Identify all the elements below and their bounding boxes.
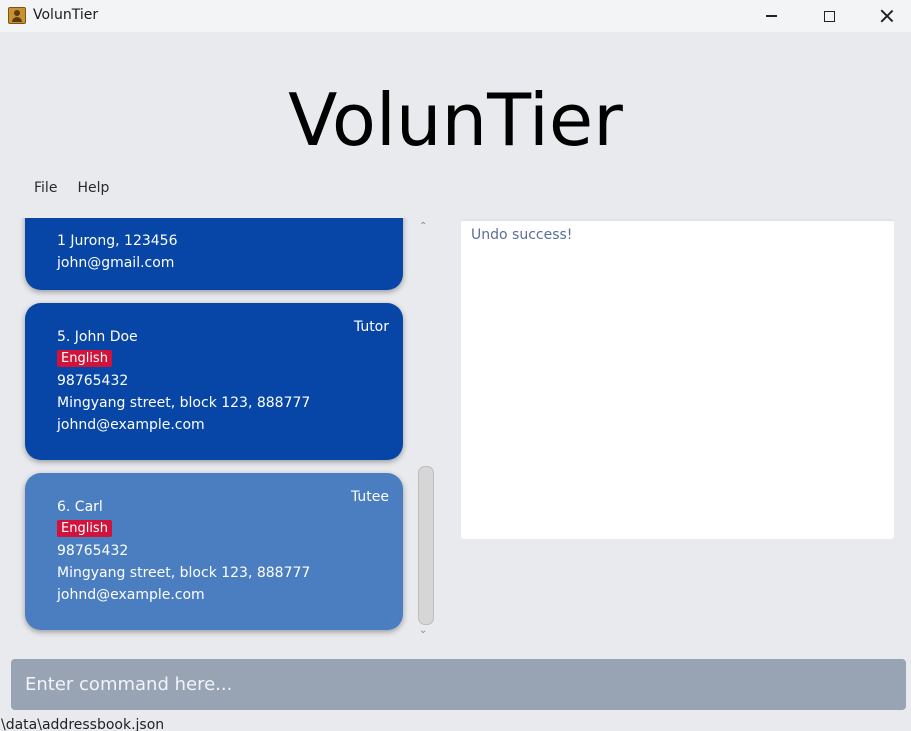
- command-input[interactable]: [11, 659, 906, 710]
- menu-help[interactable]: Help: [67, 178, 119, 198]
- title-bar: VolunTier: [0, 0, 911, 32]
- menu-bar: File Help: [24, 178, 119, 198]
- status-bar-path: \data\addressbook.json: [1, 717, 165, 731]
- menu-file[interactable]: File: [24, 178, 67, 198]
- scroll-down-icon[interactable]: ⌄: [419, 625, 427, 636]
- person-email: johnd@example.com: [57, 587, 205, 603]
- maximize-icon: [823, 10, 835, 22]
- person-phone: 98765432: [57, 543, 129, 559]
- command-box: [11, 659, 906, 710]
- app-icon: [8, 7, 26, 24]
- person-role: Tutor: [353, 319, 389, 335]
- person-phone: 98765432: [57, 373, 129, 389]
- result-message: Undo success!: [471, 227, 573, 243]
- person-list[interactable]: 1 Jurong, 123456 john@gmail.com 5. John …: [10, 218, 440, 642]
- person-role: Tutee: [350, 489, 389, 505]
- close-button[interactable]: [864, 0, 910, 32]
- person-name: 5. John Doe: [57, 329, 138, 345]
- result-display[interactable]: Undo success!: [461, 219, 894, 539]
- minimize-icon: [765, 15, 777, 17]
- person-address: Mingyang street, block 123, 888777: [57, 395, 311, 411]
- person-card[interactable]: 5. John Doe Tutor English 98765432 Mingy…: [25, 303, 403, 460]
- person-card[interactable]: 1 Jurong, 123456 john@gmail.com: [25, 218, 403, 290]
- app-banner-title: VolunTier: [288, 78, 623, 162]
- scrollbar-thumb[interactable]: [418, 466, 434, 625]
- subject-tag: English: [57, 350, 112, 367]
- person-email: john@gmail.com: [57, 255, 175, 271]
- maximize-button[interactable]: [806, 0, 852, 32]
- minimize-button[interactable]: [748, 0, 794, 32]
- window-title: VolunTier: [33, 7, 99, 23]
- person-card-selected[interactable]: 6. Carl Tutee English 98765432 Mingyang …: [25, 473, 403, 630]
- person-name: 6. Carl: [57, 499, 103, 515]
- subject-tag: English: [57, 520, 112, 537]
- close-icon: [880, 9, 894, 23]
- scroll-up-icon[interactable]: ⌃: [419, 221, 427, 232]
- person-address: Mingyang street, block 123, 888777: [57, 565, 311, 581]
- person-email: johnd@example.com: [57, 417, 205, 433]
- person-address: 1 Jurong, 123456: [57, 233, 178, 249]
